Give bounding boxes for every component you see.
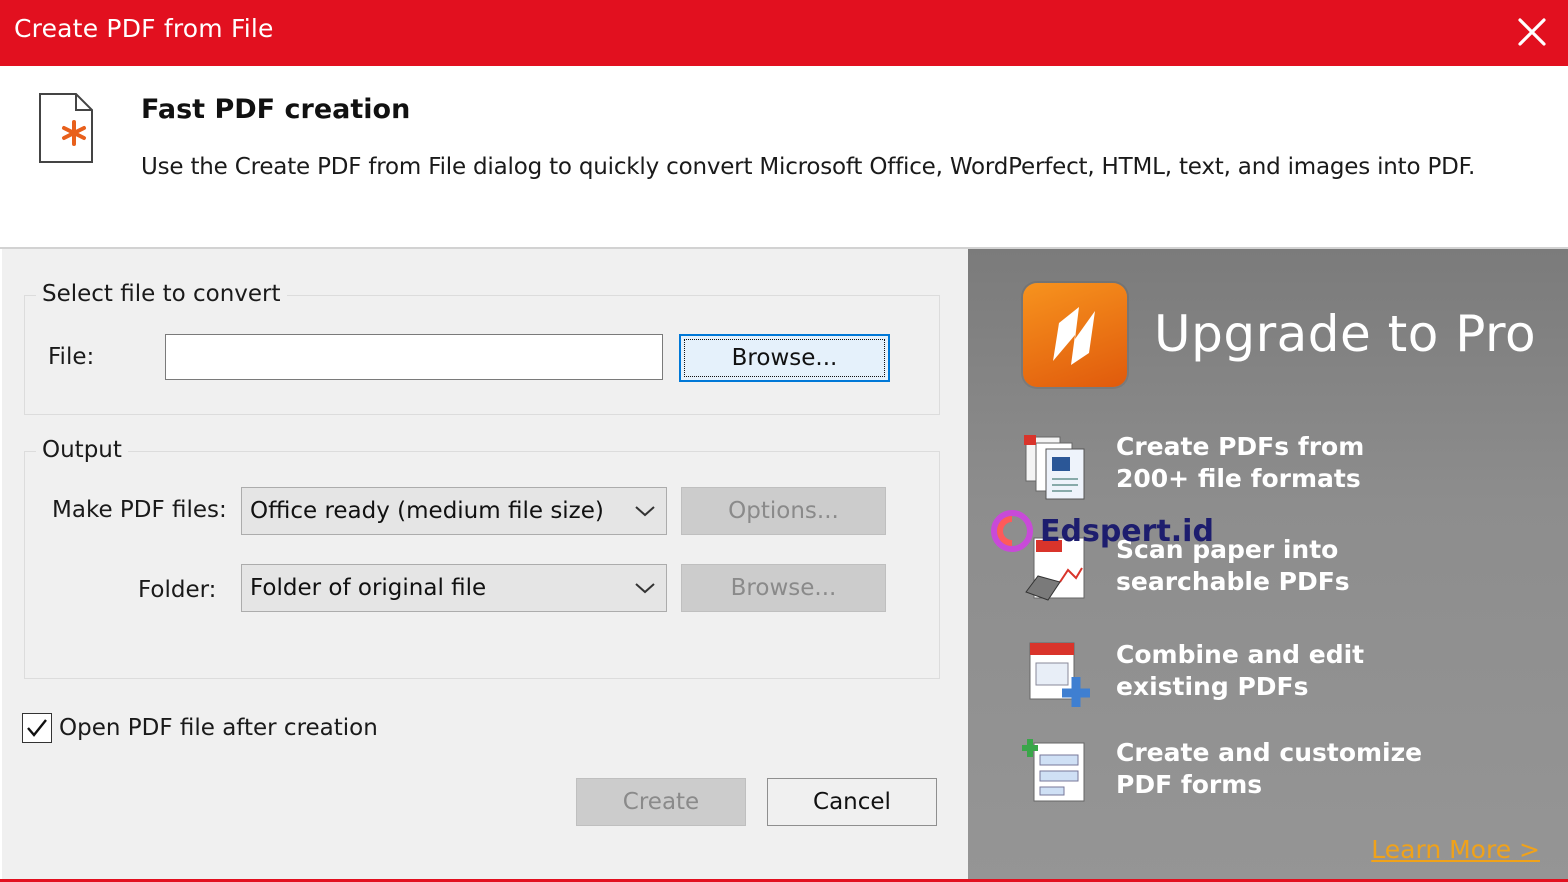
file-path-input[interactable] [165,334,663,380]
feature-line-1: Create and customize [1116,738,1423,767]
feature-line-1: Combine and edit [1116,640,1365,669]
cancel-button[interactable]: Cancel [767,778,937,826]
combine-icon [1020,637,1096,713]
file-label: File: [48,344,95,370]
feature-line-2: PDF forms [1116,770,1263,799]
file-formats-icon [1020,429,1096,505]
document-star-icon [36,92,96,164]
options-button[interactable]: Options... [681,487,886,535]
output-legend: Output [36,437,128,463]
dialog-header: Fast PDF creation Use the Create PDF fro… [0,66,1568,248]
focus-ring [684,339,885,377]
cancel-label: Cancel [813,789,891,815]
feature-text: Create PDFs from 200+ file formats [1116,431,1364,495]
learn-more-link[interactable]: Learn More > [1371,835,1540,864]
form-icon [1020,735,1096,811]
promo-title: Upgrade to Pro [1154,305,1537,363]
create-label: Create [622,789,700,815]
folder-label: Folder: [138,577,217,603]
checkmark-icon [27,719,47,737]
select-file-legend: Select file to convert [36,281,287,307]
feature-item: Create and customize PDF forms [1020,735,1540,815]
feature-line-2: existing PDFs [1116,672,1309,701]
watermark: Edspert.id [990,507,1214,555]
create-button[interactable]: Create [576,778,746,826]
header-title: Fast PDF creation [141,94,411,125]
nitro-logo-icon [1023,283,1127,387]
edspert-logo-icon [991,510,1033,552]
feature-text: Combine and edit existing PDFs [1116,639,1364,703]
feature-line-1: Create PDFs from [1116,432,1365,461]
folder-browse-button[interactable]: Browse... [681,564,886,612]
title-bar: Create PDF from File [0,0,1568,66]
folder-value: Folder of original file [250,575,487,601]
open-after-label[interactable]: Open PDF file after creation [59,715,378,741]
open-after-checkbox[interactable] [22,713,52,743]
feature-text: Create and customize PDF forms [1116,737,1422,801]
feature-line-2: searchable PDFs [1116,567,1350,596]
feature-item: Combine and edit existing PDFs [1020,637,1540,717]
chevron-down-icon [635,583,655,594]
settings-panel: Select file to convert File: Browse... O… [2,249,968,882]
options-label: Options... [728,498,839,524]
browse-file-button[interactable]: Browse... [679,334,890,382]
feature-line-2: 200+ file formats [1116,464,1361,493]
upgrade-promo-panel: Upgrade to Pro Create PDFs from 200+ fil… [968,249,1568,882]
window-title: Create PDF from File [14,14,274,43]
header-description: Use the Create PDF from File dialog to q… [141,154,1476,180]
watermark-text: Edspert.id [1040,513,1214,549]
make-pdf-select[interactable]: Office ready (medium file size) [241,487,667,535]
folder-select[interactable]: Folder of original file [241,564,667,612]
folder-browse-label: Browse... [730,575,837,601]
make-pdf-value: Office ready (medium file size) [250,498,604,524]
make-pdf-label: Make PDF files: [52,497,227,523]
chevron-down-icon [635,506,655,517]
close-icon[interactable] [1510,10,1554,54]
feature-item: Create PDFs from 200+ file formats [1020,429,1540,509]
